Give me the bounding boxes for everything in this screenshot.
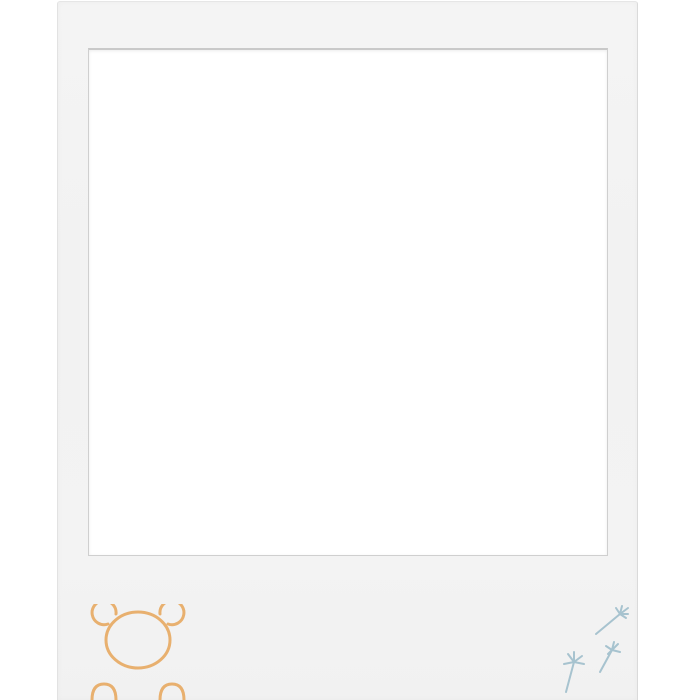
dandelion-icon	[563, 605, 629, 693]
bear-head	[104, 610, 172, 670]
dandelion-seed-2	[599, 641, 621, 673]
bear-left-paw	[90, 682, 118, 700]
teddy-bear-icon	[90, 604, 186, 700]
canvas	[0, 0, 700, 700]
dandelion-seed-3	[563, 651, 585, 693]
dandelion-seed-1	[595, 605, 629, 635]
photo-window	[88, 48, 608, 556]
bear-right-paw	[158, 682, 186, 700]
